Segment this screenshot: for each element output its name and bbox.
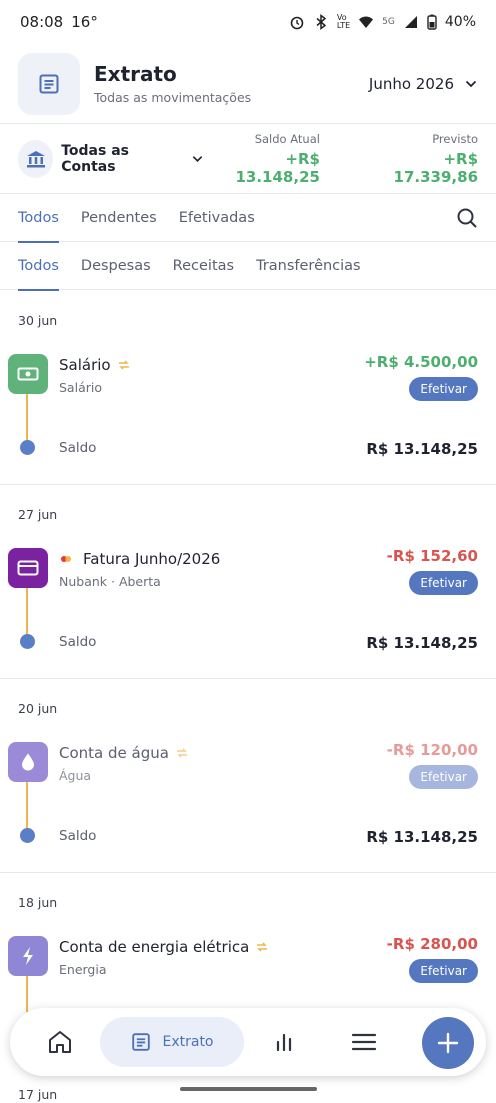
recurring-icon (257, 942, 268, 952)
battery-level: 40% (444, 14, 476, 30)
transaction-group: 20 jun Conta de água Água -R$ 120,00 Efe… (0, 678, 496, 872)
battery-icon (427, 14, 437, 30)
nav-extrato[interactable]: Extrato (100, 1017, 244, 1067)
page-subtitle: Todas as movimentações (94, 90, 252, 105)
efetivar-button[interactable]: Efetivar (409, 959, 478, 983)
balance-dot (20, 440, 35, 455)
transaction-amount: +R$ 4.500,00 (364, 353, 478, 371)
balance-label: Saldo (59, 634, 97, 650)
status-tabs: Todos Pendentes Efetivadas (0, 194, 496, 243)
home-icon (49, 1031, 71, 1053)
transaction-title: Salário (59, 356, 111, 374)
add-transaction-button[interactable] (422, 1017, 474, 1069)
transaction-amount: -R$ 280,00 (386, 935, 478, 953)
tab-transferencias[interactable]: Transferências (256, 242, 361, 290)
nav-reports[interactable] (244, 1017, 324, 1067)
transaction-item[interactable]: Conta de energia elétrica (59, 938, 269, 956)
signal-5g-icon: 5G (382, 17, 395, 27)
account-selector[interactable]: Todas as Contas (18, 139, 204, 178)
tab-type-todos[interactable]: Todos (18, 242, 59, 291)
balance-label: Saldo (59, 828, 97, 844)
lightning-icon (8, 936, 48, 976)
current-balance-value: +R$ 13.148,25 (235, 149, 320, 186)
transaction-category: Salário (59, 380, 102, 395)
tab-todos[interactable]: Todos (18, 194, 59, 243)
alarm-icon (290, 16, 304, 30)
transaction-title: Conta de água (59, 744, 169, 762)
current-balance: Saldo Atual +R$ 13.148,25 (204, 131, 320, 186)
page-header: Extrato Todas as movimentações Junho 202… (0, 44, 496, 124)
balance-dot (20, 828, 35, 843)
account-name: Todas as Contas (61, 142, 129, 175)
nav-menu[interactable] (324, 1017, 404, 1067)
transaction-group: 30 jun Salário Salário +R$ 4.500,00 Efet… (0, 290, 496, 484)
forecast-balance-value: +R$ 17.339,86 (393, 149, 479, 186)
balance-dot (20, 634, 35, 649)
forecast-balance: Previsto +R$ 17.339,86 (362, 132, 478, 186)
status-temperature: 16° (71, 13, 98, 31)
chevron-down-icon (465, 80, 477, 87)
statement-icon (132, 1033, 151, 1051)
status-bar: 08:08 16° Vo LTE 5G 40% (0, 0, 496, 44)
tab-efetivadas[interactable]: Efetivadas (179, 194, 255, 242)
accounts-bar: Todas as Contas Saldo Atual +R$ 13.148,2… (0, 124, 496, 194)
statement-icon (18, 52, 80, 115)
transaction-title: Fatura Junho/2026 (83, 550, 221, 568)
transaction-category: Água (59, 768, 92, 783)
chevron-down-icon (192, 155, 203, 162)
efetivar-button[interactable]: Efetivar (409, 765, 478, 789)
transaction-category: Nubank · Aberta (59, 574, 161, 589)
balance-value: R$ 13.148,25 (366, 634, 478, 652)
tab-receitas[interactable]: Receitas (173, 242, 234, 290)
transaction-title: Conta de energia elétrica (59, 938, 250, 956)
bottom-navigation: Extrato (10, 1008, 486, 1076)
plus-icon (437, 1032, 459, 1054)
transaction-category: Energia (59, 962, 107, 977)
transaction-group: 27 jun Fatura Junho/2026 Nubank · Aberta… (0, 484, 496, 678)
credit-card-icon (8, 548, 48, 588)
page-title: Extrato (94, 62, 177, 86)
bar-chart-icon (276, 1033, 292, 1052)
transaction-group: 18 jun Conta de energia elétrica Energia… (0, 872, 496, 1012)
bluetooth-icon (316, 14, 327, 30)
transaction-amount: -R$ 152,60 (386, 547, 478, 565)
transaction-item[interactable]: Fatura Junho/2026 (59, 550, 220, 568)
signal-icon (404, 16, 417, 28)
group-date: 18 jun (18, 895, 58, 910)
nav-extrato-label: Extrato (162, 1034, 214, 1050)
month-label: Junho 2026 (368, 74, 454, 93)
tab-pendentes[interactable]: Pendentes (81, 194, 157, 242)
water-drop-icon (8, 742, 48, 782)
group-date: 20 jun (18, 701, 58, 716)
status-time: 08:08 (20, 13, 64, 31)
tab-despesas[interactable]: Despesas (81, 242, 151, 290)
recurring-icon (118, 360, 129, 370)
cash-icon (8, 354, 48, 394)
bank-icon (18, 139, 54, 178)
home-indicator[interactable] (180, 1087, 317, 1091)
transaction-item[interactable]: Salário (59, 356, 131, 374)
nav-home[interactable] (20, 1017, 100, 1067)
search-icon[interactable] (456, 207, 478, 229)
group-date: 27 jun (18, 507, 58, 522)
efetivar-button[interactable]: Efetivar (409, 571, 478, 595)
group-date: 17 jun (18, 1087, 58, 1102)
balance-value: R$ 13.148,25 (366, 440, 478, 458)
type-tabs: Todos Despesas Receitas Transferências (0, 242, 496, 291)
transaction-item[interactable]: Conta de água (59, 744, 189, 762)
month-selector[interactable]: Junho 2026 (369, 75, 478, 93)
recurring-icon (176, 748, 187, 758)
timeline-line (26, 976, 28, 1012)
wifi-icon (359, 16, 374, 28)
efetivar-button[interactable]: Efetivar (409, 377, 478, 401)
menu-icon (351, 1033, 377, 1051)
group-date: 30 jun (18, 313, 58, 328)
mastercard-icon (61, 556, 71, 562)
volte-icon: Vo LTE (336, 13, 351, 30)
balance-label: Saldo (59, 440, 97, 456)
transaction-amount: -R$ 120,00 (386, 741, 478, 759)
balance-value: R$ 13.148,25 (366, 828, 478, 846)
forecast-balance-label: Previsto (432, 131, 479, 146)
current-balance-label: Saldo Atual (254, 131, 320, 146)
